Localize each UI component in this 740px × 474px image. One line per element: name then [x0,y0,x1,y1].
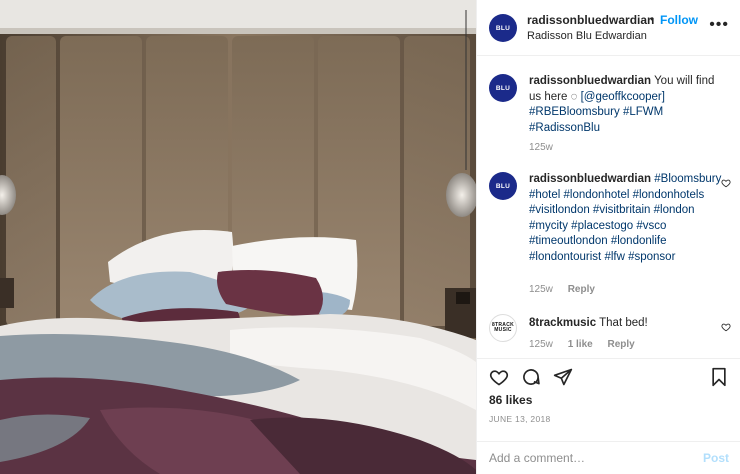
heart-icon[interactable] [721,322,731,332]
comment-age[interactable]: 125w [529,142,553,153]
follow-button[interactable]: Follow [660,13,698,27]
mention-link[interactable]: [@geoffkcooper] [581,91,665,103]
hashtag-list[interactable]: #Bloomsbury #hotel #londonhotel #londonh… [529,173,721,263]
comment-age[interactable]: 125w [529,284,553,295]
avatar-text: MUSIC [494,327,512,333]
share-icon[interactable] [553,367,573,387]
more-horizontal-icon[interactable]: ••• [709,17,729,33]
heart-icon[interactable] [489,367,509,387]
brand-avatar[interactable]: BLU [489,14,517,42]
heart-icon[interactable] [721,178,731,188]
post-location[interactable]: Radisson Blu Edwardian [527,30,647,42]
comment-age[interactable]: 125w [529,339,553,350]
post-side-panel: BLU radissonbluedwardian • Follow Radiss… [476,0,740,474]
post-photo[interactable] [0,0,476,474]
separator-dot: • [650,12,655,26]
bookmark-icon[interactable] [709,367,729,387]
hashtag-list[interactable]: #RBEBloomsbury #LFWM #RadissonBlu [529,106,663,134]
comment-icon[interactable] [521,367,541,387]
brand-avatar[interactable]: BLU [489,74,517,102]
smile-icon: ◌ [570,90,578,103]
comment-meta: 125w Reply [529,284,607,295]
reply-button[interactable]: Reply [608,339,635,350]
comment-body: 8trackmusic That bed! [529,316,725,332]
comment-meta: 125w [529,142,565,153]
add-comment-bar: Post [477,441,740,473]
post-username[interactable]: radissonbluedwardian [527,13,654,27]
comment-likes[interactable]: 1 like [568,339,593,350]
post-date[interactable]: JUNE 13, 2018 [489,414,551,424]
comment-body: radissonbluedwardian #Bloomsbury #hotel … [529,172,725,265]
post-button[interactable]: Post [703,451,729,465]
8trackmusic-avatar[interactable]: 8TRACK MUSIC [489,314,517,342]
comment-meta: 125w 1 like Reply [529,339,647,350]
comment-text: That bed! [599,317,648,329]
comment-input[interactable] [489,448,689,468]
comment-username[interactable]: 8trackmusic [529,317,596,329]
comment-username[interactable]: radissonbluedwardian [529,75,651,87]
brand-avatar[interactable]: BLU [489,172,517,200]
comment-body: radissonbluedwardian You will find us he… [529,74,725,136]
like-count[interactable]: 86 likes [489,393,532,407]
comment-username[interactable]: radissonbluedwardian [529,173,651,185]
post-header: BLU radissonbluedwardian • Follow Radiss… [477,0,740,56]
post-actions: 86 likes JUNE 13, 2018 Post [477,358,740,472]
bedroom-photo [0,0,476,474]
reply-button[interactable]: Reply [568,284,595,295]
